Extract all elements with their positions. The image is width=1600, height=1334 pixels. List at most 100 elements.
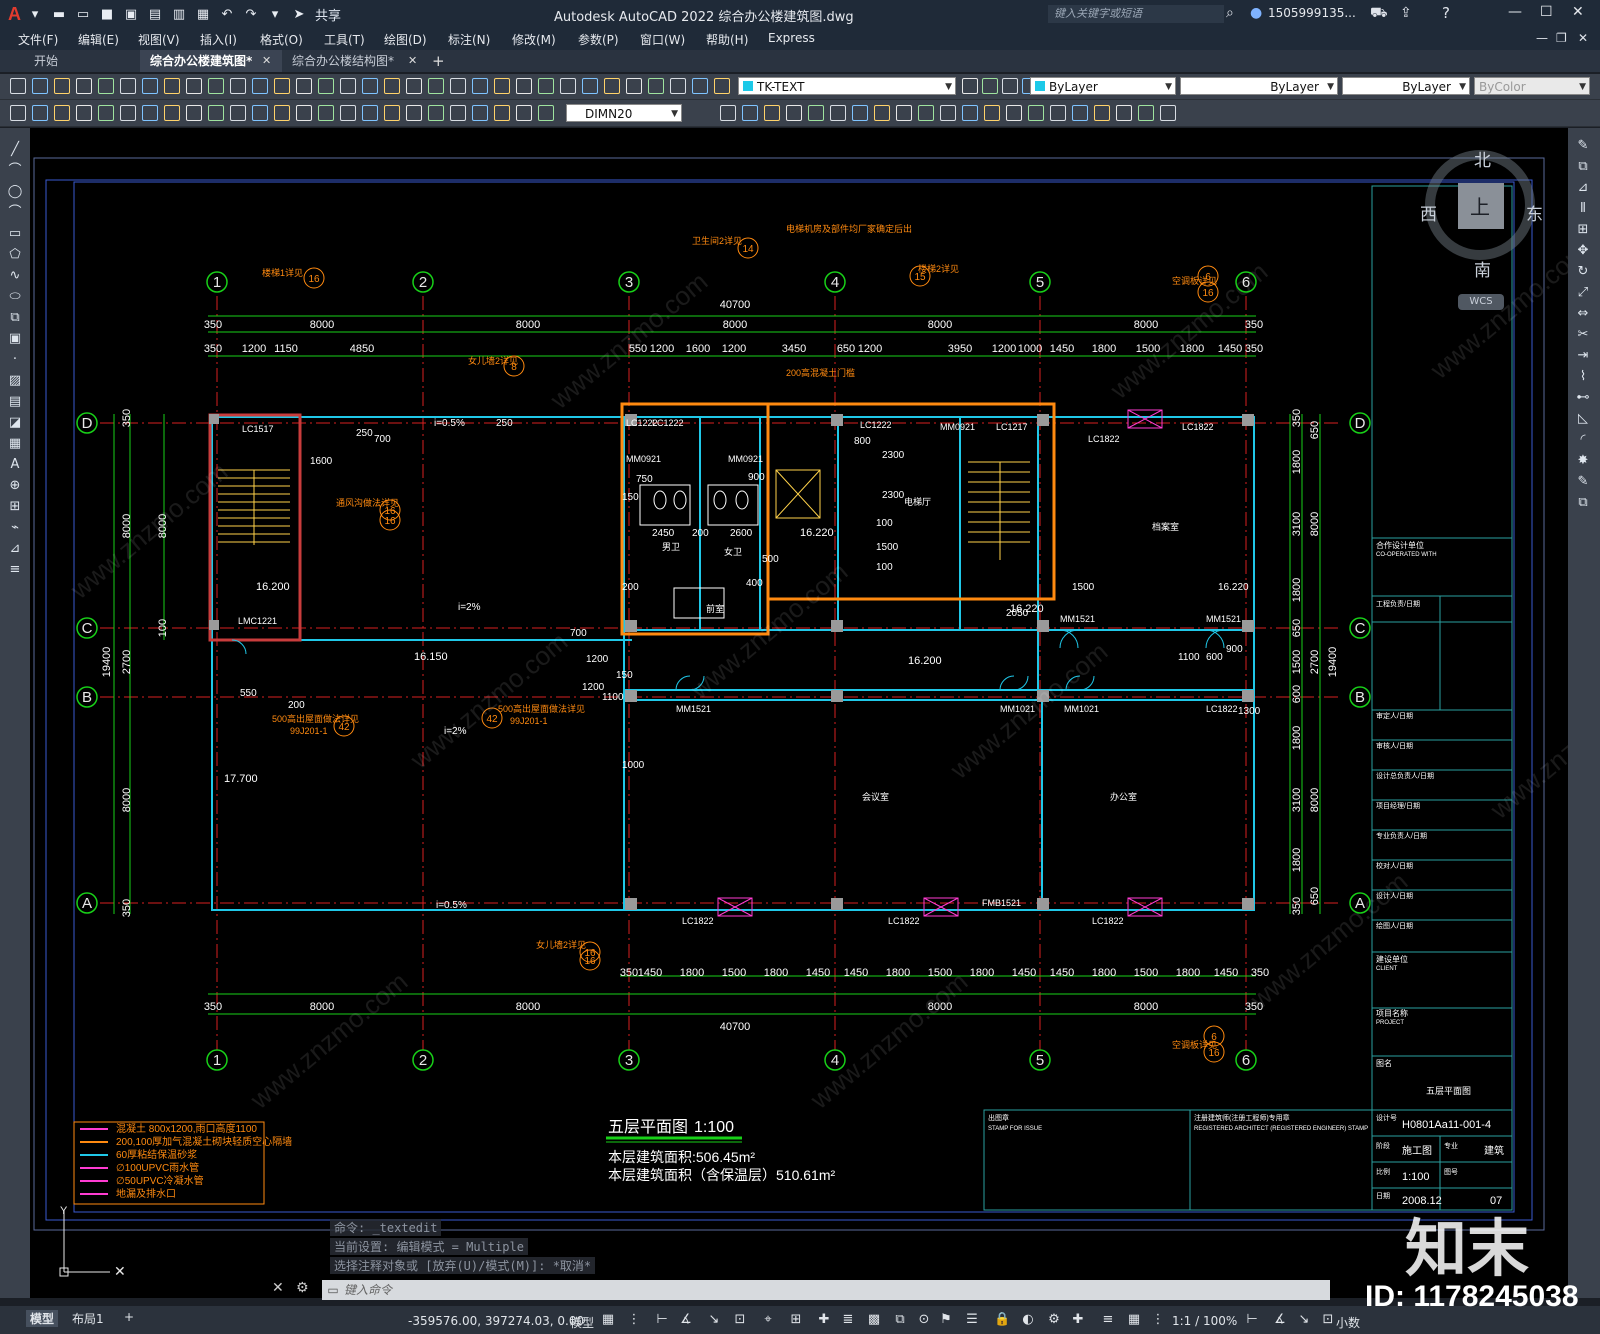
- minimize-button[interactable]: —: [1508, 4, 1522, 20]
- spline-icon[interactable]: ∿: [7, 268, 23, 284]
- layer-icon[interactable]: [670, 78, 686, 94]
- table-icon[interactable]: ▦: [7, 436, 23, 452]
- compass-west[interactable]: 西: [1420, 200, 1437, 225]
- arc-dim-icon[interactable]: [1006, 105, 1022, 121]
- menu-parametric[interactable]: 参数(P): [578, 31, 619, 48]
- tab-structure-drawing[interactable]: 综合办公楼结构图*: [282, 50, 424, 72]
- tab-close-icon[interactable]: ✕: [408, 54, 417, 67]
- gradient-icon[interactable]: ▤: [7, 394, 23, 410]
- quick-access-dropdown-icon[interactable]: ▾: [265, 5, 285, 23]
- menu-dimension[interactable]: 标注(N): [448, 31, 490, 48]
- diameter-dim-icon[interactable]: [120, 105, 136, 121]
- dim-style-combo[interactable]: DIMN20 ▼: [566, 104, 682, 122]
- match-icon[interactable]: [186, 78, 202, 94]
- viewcube-face[interactable]: 上: [1458, 183, 1504, 229]
- tolerance-icon[interactable]: [472, 105, 488, 121]
- clean-screen-icon[interactable]: ✚: [1070, 1312, 1086, 1328]
- rectangle-icon[interactable]: ▭: [7, 226, 23, 242]
- isodraft-icon[interactable]: ↘: [706, 1312, 722, 1328]
- tab-model[interactable]: 模型: [26, 1310, 59, 1327]
- rotate-icon[interactable]: ↻: [1575, 264, 1591, 280]
- continue-dim-icon[interactable]: [1138, 105, 1154, 121]
- erase-icon[interactable]: ✎: [1575, 138, 1591, 154]
- ellipse-icon[interactable]: ⬭: [7, 289, 23, 305]
- isolate-icon[interactable]: ◐: [1020, 1312, 1036, 1328]
- linear-dim-icon[interactable]: [10, 105, 26, 121]
- angular-dim-icon[interactable]: [1094, 105, 1110, 121]
- mtext-icon[interactable]: A: [7, 457, 23, 473]
- text-style-combo[interactable]: TK-TEXT ▼: [738, 77, 956, 95]
- wcs-menu[interactable]: WCS: [1458, 294, 1504, 310]
- ordinate-dim-icon[interactable]: [1028, 105, 1044, 121]
- compass-north[interactable]: 北: [1474, 146, 1491, 171]
- insert-block-icon[interactable]: ⧉: [7, 310, 23, 326]
- copy-icon[interactable]: [142, 78, 158, 94]
- pan-icon[interactable]: [604, 78, 620, 94]
- offset-icon[interactable]: ⫴: [1575, 201, 1591, 217]
- layer-icon[interactable]: [318, 78, 334, 94]
- properties-icon[interactable]: [296, 78, 312, 94]
- close-button[interactable]: ✕: [1572, 4, 1584, 20]
- angular-dim-icon[interactable]: [406, 105, 422, 121]
- radius-dim-icon[interactable]: [1050, 105, 1066, 121]
- help-icon[interactable]: ?: [1442, 4, 1450, 22]
- line-icon[interactable]: ⊞: [7, 499, 23, 515]
- continue-dim-icon[interactable]: [186, 105, 202, 121]
- continue-dim-icon[interactable]: [874, 105, 890, 121]
- dim-edit-icon[interactable]: [252, 105, 268, 121]
- copy-object-icon[interactable]: ⧉: [1575, 159, 1591, 175]
- ortho-icon[interactable]: ⊢: [1244, 1312, 1260, 1328]
- command-close-icon[interactable]: ✕: [272, 1280, 284, 1296]
- ordinate-dim-icon[interactable]: [340, 105, 356, 121]
- properties-icon[interactable]: [648, 78, 664, 94]
- plot-style-combo[interactable]: ByColor ▼: [1474, 77, 1590, 95]
- add-selected-icon[interactable]: ⊕: [7, 478, 23, 494]
- menu-insert[interactable]: 插入(I): [200, 31, 237, 48]
- compass-south[interactable]: 南: [1474, 256, 1491, 281]
- user-name[interactable]: 1505999135...: [1268, 6, 1356, 20]
- polar-icon[interactable]: ∡: [678, 1312, 694, 1328]
- extend-icon[interactable]: ⇥: [1575, 348, 1591, 364]
- linetype-combo[interactable]: ByLayer ▼: [1180, 77, 1338, 95]
- linear-dim-icon[interactable]: [538, 105, 554, 121]
- share-icon[interactable]: ➤: [289, 5, 309, 23]
- annotation-scale[interactable]: 1:1 / 100%: [1172, 1314, 1237, 1328]
- continue-dim-icon[interactable]: [450, 105, 466, 121]
- line-icon[interactable]: ╱: [7, 142, 23, 158]
- doc-restore-icon[interactable]: ❐: [1556, 31, 1567, 45]
- ortho-icon[interactable]: ⊢: [654, 1312, 670, 1328]
- save-web-icon[interactable]: ▥: [169, 5, 189, 23]
- transparency-icon[interactable]: ▩: [866, 1312, 882, 1328]
- break-icon[interactable]: ⌇: [1575, 369, 1591, 385]
- osnap-icon[interactable]: ⊡: [732, 1312, 748, 1328]
- compass-east[interactable]: 东: [1526, 200, 1543, 225]
- layer-color-combo[interactable]: ByLayer ▼: [1030, 77, 1176, 95]
- angular-dim-icon[interactable]: [142, 105, 158, 121]
- array-icon[interactable]: ⊞: [1575, 222, 1591, 238]
- dim-edit-icon[interactable]: [940, 105, 956, 121]
- arc-dim-icon[interactable]: [54, 105, 70, 121]
- menu-draw[interactable]: 绘图(D): [384, 31, 427, 48]
- polyline-icon[interactable]: ⌒: [7, 163, 23, 179]
- mirror-icon[interactable]: ⊿: [1575, 180, 1591, 196]
- open-file-icon[interactable]: ▭: [73, 5, 93, 23]
- angular-dim-icon[interactable]: [830, 105, 846, 121]
- menu-edit[interactable]: 编辑(E): [78, 31, 119, 48]
- redo-icon[interactable]: [230, 78, 246, 94]
- cut-icon[interactable]: [472, 78, 488, 94]
- radius-dim-icon[interactable]: [98, 105, 114, 121]
- arc-icon[interactable]: ≡: [7, 562, 23, 578]
- aligned-dim-icon[interactable]: [720, 105, 736, 121]
- region-icon[interactable]: ◪: [7, 415, 23, 431]
- model-space-button[interactable]: 模型: [570, 1314, 594, 1331]
- fillet-icon[interactable]: ◜: [1575, 432, 1591, 448]
- menu-tools[interactable]: 工具(T): [324, 31, 365, 48]
- trim-icon[interactable]: ✂: [1575, 327, 1591, 343]
- circle-icon[interactable]: ⊿: [7, 541, 23, 557]
- doc-minimize-icon[interactable]: —: [1536, 31, 1548, 45]
- save-as-icon[interactable]: ▣: [121, 5, 141, 23]
- tab-architecture-drawing[interactable]: 综合办公楼建筑图*: [140, 50, 282, 72]
- redo-icon[interactable]: [582, 78, 598, 94]
- units-icon[interactable]: ⚑: [938, 1312, 954, 1328]
- baseline-dim-icon[interactable]: [1116, 105, 1132, 121]
